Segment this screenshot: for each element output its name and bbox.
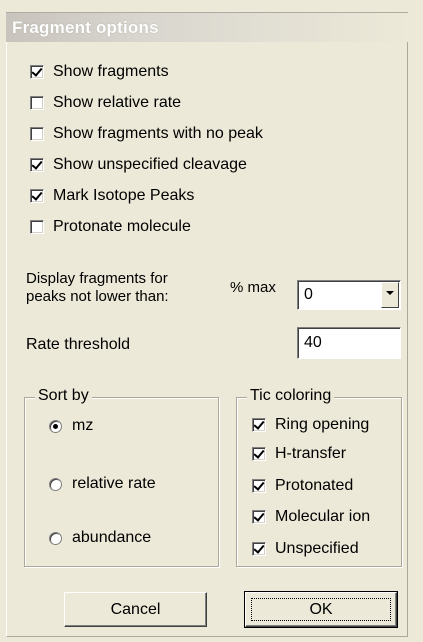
checkbox-protonated[interactable]: Protonated (252, 474, 353, 498)
focus-rect (251, 598, 391, 621)
checkbox-show-fragments-no-peak[interactable]: Show fragments with no peak (30, 122, 263, 146)
checkbox-molecular-ion[interactable]: Molecular ion (252, 505, 370, 529)
radio-button[interactable] (49, 531, 62, 545)
radio-label: mz (72, 417, 94, 434)
checkbox-box[interactable] (30, 65, 44, 79)
sort-by-title: Sort by (35, 387, 92, 405)
radio-sort-relative-rate[interactable]: relative rate (49, 472, 156, 496)
checkbox-label: Show fragments (53, 63, 169, 80)
checkbox-label: Ring opening (275, 416, 370, 433)
checkbox-unspecified[interactable]: Unspecified (252, 537, 359, 561)
checkbox-box[interactable] (30, 189, 44, 203)
percent-max-label: % max (230, 279, 276, 296)
checkbox-label: Protonate molecule (53, 218, 191, 235)
checkbox-label: Molecular ion (275, 508, 371, 525)
checkbox-label: Show fragments with no peak (53, 125, 263, 142)
chevron-down-icon[interactable] (381, 282, 399, 308)
display-fragments-label: Display fragments for peaks not lower th… (26, 270, 169, 306)
radio-label: abundance (72, 529, 152, 546)
checkbox-show-relative-rate[interactable]: Show relative rate (30, 91, 181, 115)
radio-button[interactable] (49, 477, 62, 491)
checkbox-label: Protonated (275, 477, 354, 494)
dialog-titlebar: Fragment options (6, 12, 408, 43)
checkbox-ring-opening[interactable]: Ring opening (252, 413, 369, 437)
dialog-title: Fragment options (12, 18, 159, 37)
checkbox-box[interactable] (252, 542, 266, 556)
checkbox-box[interactable] (30, 127, 44, 141)
cancel-button[interactable]: Cancel (64, 592, 207, 627)
checkbox-h-transfer[interactable]: H-transfer (252, 442, 346, 466)
checkbox-label: Show relative rate (53, 94, 182, 111)
radio-sort-abundance[interactable]: abundance (49, 526, 151, 550)
radio-button[interactable] (49, 419, 62, 433)
display-fragments-label-line2: peaks not lower than: (26, 288, 169, 305)
checkbox-box[interactable] (252, 479, 266, 493)
checkbox-box[interactable] (30, 220, 44, 234)
checkbox-label: H-transfer (275, 445, 347, 462)
checkbox-label: Mark Isotope Peaks (53, 187, 195, 204)
rate-threshold-input[interactable]: 40 (297, 327, 401, 359)
checkbox-mark-isotope-peaks[interactable]: Mark Isotope Peaks (30, 184, 194, 208)
checkbox-box[interactable] (252, 510, 266, 524)
display-threshold-value: 0 (304, 286, 313, 303)
display-threshold-select[interactable]: 0 (297, 280, 401, 310)
radio-label: relative rate (72, 475, 156, 492)
checkbox-show-unspecified-cleavage[interactable]: Show unspecified cleavage (30, 153, 247, 177)
checkbox-show-fragments[interactable]: Show fragments (30, 60, 169, 84)
checkbox-box[interactable] (252, 447, 266, 461)
radio-sort-mz[interactable]: mz (49, 414, 93, 438)
checkbox-label: Unspecified (275, 540, 359, 557)
checkbox-box[interactable] (30, 96, 44, 110)
checkbox-box[interactable] (30, 158, 44, 172)
tic-coloring-title: Tic coloring (247, 387, 335, 405)
display-fragments-label-line1: Display fragments for (26, 270, 168, 287)
checkbox-box[interactable] (252, 418, 266, 432)
rate-threshold-label: Rate threshold (26, 336, 131, 353)
rate-threshold-value: 40 (304, 334, 322, 351)
checkbox-label: Show unspecified cleavage (53, 156, 247, 173)
ok-button[interactable]: OK (244, 591, 398, 628)
checkbox-protonate-molecule[interactable]: Protonate molecule (30, 215, 191, 239)
